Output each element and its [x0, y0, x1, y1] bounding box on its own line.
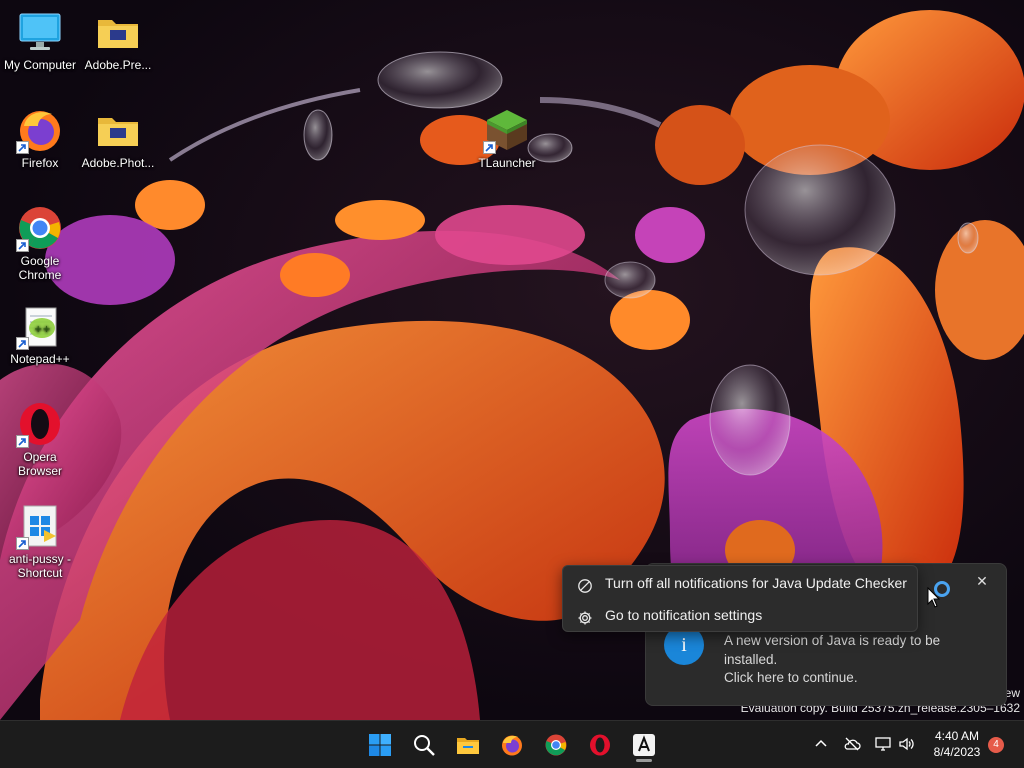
opera-icon: [16, 400, 64, 448]
notepadpp-icon: ++: [16, 302, 64, 350]
notification-message[interactable]: A new version of Java is ready to be ins…: [724, 632, 994, 688]
firefox-icon: [16, 106, 64, 154]
notification-context-menu: Turn off all notifications for Java Upda…: [562, 565, 918, 632]
tray-network[interactable]: [874, 735, 894, 755]
desktop-icon-label: Adobe.Pre...: [84, 58, 152, 72]
desktop-icon-my-computer[interactable]: My Computer: [0, 8, 80, 72]
shortcut-arrow-icon: [16, 337, 29, 350]
desktop-icon-opera-browser[interactable]: Opera Browser: [0, 400, 80, 478]
folder-icon: [94, 106, 142, 154]
search-button[interactable]: [408, 729, 440, 761]
desktop-icon-label: Google Chrome: [18, 254, 62, 282]
taskbar: 4:40 AM 8/4/2023 4: [0, 720, 1024, 768]
desktop-icon-label: My Computer: [3, 58, 77, 72]
desktop-icon-anti-pussy-shortcut[interactable]: anti-pussy - Shortcut: [0, 502, 80, 580]
chrome-icon: [16, 204, 64, 252]
desktop-icon-label: Opera Browser: [17, 450, 62, 478]
network-icon: [875, 737, 891, 751]
minecraft-block-icon: [483, 106, 531, 154]
close-icon[interactable]: ✕: [974, 574, 990, 590]
opera-icon: [590, 734, 610, 756]
taskbar-chrome[interactable]: [540, 729, 572, 761]
show-hidden-icons-button[interactable]: [812, 735, 832, 755]
svg-text:++: ++: [34, 324, 51, 335]
desktop-icon-adobe-photoshop[interactable]: Adobe.Phot...: [78, 106, 158, 170]
firefox-icon: [502, 735, 522, 756]
shortcut-arrow-icon: [483, 141, 496, 154]
taskbar-adobe-app[interactable]: [628, 729, 660, 762]
notification-count-badge[interactable]: 4: [988, 737, 1004, 753]
desktop-icon-label: Firefox: [21, 156, 59, 170]
notification-message-line-1: A new version of Java is ready to be: [724, 633, 941, 648]
shortcut-arrow-icon: [16, 141, 29, 154]
folder-icon: [94, 8, 142, 56]
menu-item-turn-off-notifications[interactable]: Turn off all notifications for Java Upda…: [563, 569, 917, 597]
file-explorer-icon: [457, 738, 479, 754]
desktop-icon-notepadpp[interactable]: ++ Notepad++: [0, 302, 80, 366]
chevron-up-icon: [815, 739, 827, 747]
desktop-icon-firefox[interactable]: Firefox: [0, 106, 80, 170]
start-button[interactable]: [364, 729, 396, 761]
desktop-icon-label: Adobe.Phot...: [81, 156, 155, 170]
shortcut-arrow-icon: [16, 435, 29, 448]
taskbar-file-explorer[interactable]: [452, 729, 484, 761]
block-icon: [577, 575, 593, 593]
volume-icon: [899, 737, 914, 751]
desktop-icon-label: anti-pussy - Shortcut: [8, 552, 72, 580]
shortcut-arrow-icon: [16, 239, 29, 252]
menu-item-label: Turn off all notifications for Java Upda…: [605, 575, 907, 591]
clock-time: 4:40 AM: [934, 729, 980, 743]
search-icon: [414, 735, 435, 756]
adobe-icon: [633, 734, 655, 756]
taskbar-opera[interactable]: [584, 729, 616, 761]
mouse-cursor-icon: [927, 587, 941, 608]
menu-item-notification-settings[interactable]: Go to notification settings: [563, 601, 917, 629]
desktop-icon-adobe-premiere[interactable]: Adobe.Pre...: [78, 8, 158, 72]
shortcut-arrow-icon: [16, 537, 29, 550]
tray-cloud-offline[interactable]: [843, 735, 863, 755]
start-icon: [369, 734, 391, 756]
chrome-icon: [545, 734, 567, 756]
desktop-icon-label: TLauncher: [478, 156, 536, 170]
monitor-icon: [16, 8, 64, 56]
tray-volume[interactable]: [898, 735, 918, 755]
windows-shortcut-icon: [16, 502, 64, 550]
desktop-icon-label: Notepad++: [10, 352, 70, 366]
notification-message-line-3: Click here to continue.: [724, 670, 858, 685]
notification-message-line-2: installed.: [724, 651, 778, 667]
desktop-icon-google-chrome[interactable]: Google Chrome: [0, 204, 80, 282]
taskbar-firefox[interactable]: [496, 729, 528, 761]
taskbar-clock[interactable]: 4:40 AM 8/4/2023: [926, 728, 988, 760]
desktop-icon-tlauncher[interactable]: TLauncher: [467, 106, 547, 170]
menu-item-label: Go to notification settings: [605, 607, 763, 623]
active-app-indicator: [636, 759, 652, 762]
gear-icon: [577, 607, 593, 625]
clock-date: 8/4/2023: [933, 745, 981, 759]
cloud-offline-icon: [844, 737, 861, 751]
